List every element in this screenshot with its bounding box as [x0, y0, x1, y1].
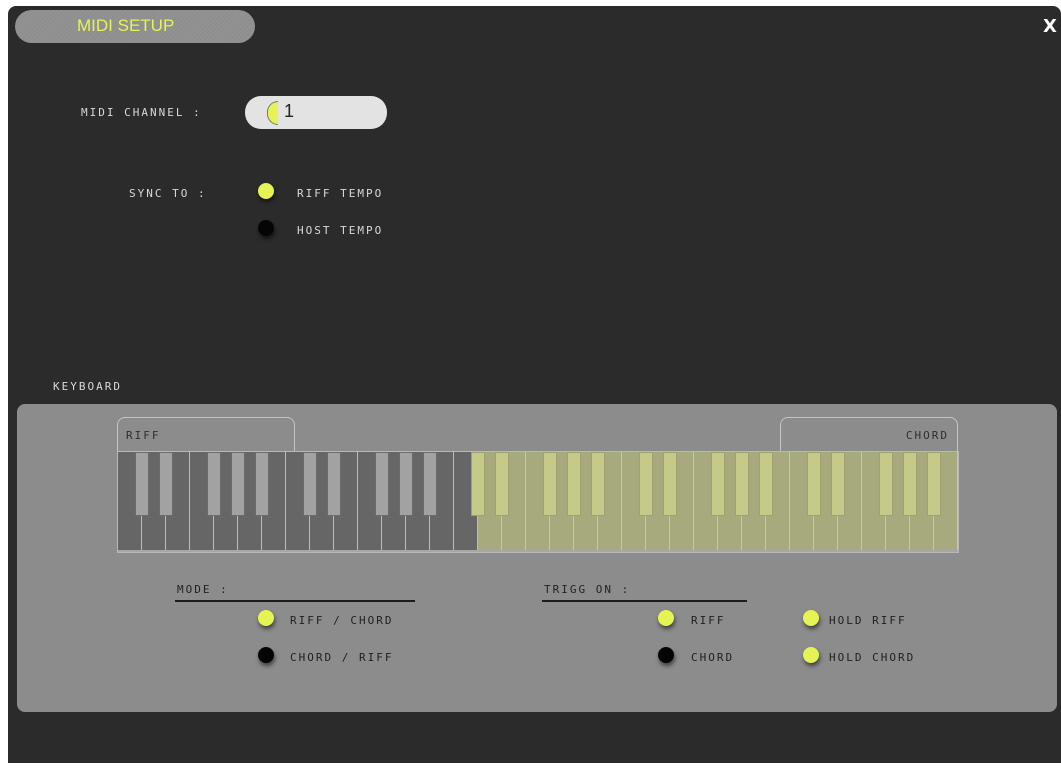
black-key[interactable] — [327, 452, 341, 516]
black-key[interactable] — [495, 452, 509, 516]
hold-riff-checkbox[interactable] — [803, 610, 819, 626]
mode-chord-riff-radio[interactable] — [258, 647, 274, 663]
mode-chord-riff-label: CHORD / RIFF — [290, 651, 394, 664]
mode-label: MODE : — [177, 583, 229, 596]
mode-riff-chord-label: RIFF / CHORD — [290, 614, 394, 627]
mode-riff-chord-radio[interactable] — [258, 610, 274, 626]
sync-to-label: SYNC TO : — [129, 187, 207, 200]
black-key[interactable] — [303, 452, 317, 516]
black-key[interactable] — [879, 452, 893, 516]
window-title: MIDI SETUP — [77, 16, 175, 35]
black-key[interactable] — [135, 452, 149, 516]
sync-host-tempo-radio[interactable] — [258, 220, 274, 236]
title-bar: MIDI SETUP — [15, 10, 255, 43]
chord-zone-tab: CHORD — [780, 417, 958, 452]
black-key[interactable] — [663, 452, 677, 516]
black-key[interactable] — [903, 452, 917, 516]
riff-zone-label: RIFF — [126, 429, 161, 442]
mode-underline — [175, 600, 415, 602]
black-key[interactable] — [711, 452, 725, 516]
black-key[interactable] — [807, 452, 821, 516]
midi-channel-label: MIDI CHANNEL : — [81, 106, 202, 119]
black-key[interactable] — [591, 452, 605, 516]
black-key[interactable] — [831, 452, 845, 516]
black-key[interactable] — [159, 452, 173, 516]
sync-riff-tempo-radio[interactable] — [258, 183, 274, 199]
black-key[interactable] — [207, 452, 221, 516]
black-key[interactable] — [231, 452, 245, 516]
keyboard-panel: RIFF CHORD MODE : RIFF / CHORD CHORD / R… — [17, 404, 1057, 712]
trigg-chord-label: CHORD — [691, 651, 735, 664]
black-key[interactable] — [375, 452, 389, 516]
hold-chord-label: HOLD CHORD — [829, 651, 916, 664]
black-key[interactable] — [759, 452, 773, 516]
riff-zone-tab: RIFF — [117, 417, 295, 452]
trigg-on-underline — [542, 600, 747, 602]
black-key[interactable] — [543, 452, 557, 516]
black-key[interactable] — [255, 452, 269, 516]
trigg-chord-radio[interactable] — [658, 647, 674, 663]
keyboard-section-label: KEYBOARD — [53, 380, 122, 393]
black-key[interactable] — [423, 452, 437, 516]
black-key[interactable] — [399, 452, 413, 516]
midi-channel-value: 1 — [284, 101, 295, 121]
midi-setup-window: MIDI SETUP X MIDI CHANNEL : 1 SYNC TO : … — [8, 6, 1061, 763]
channel-slider-knob[interactable] — [267, 101, 278, 125]
black-key[interactable] — [567, 452, 581, 516]
black-key[interactable] — [735, 452, 749, 516]
trigg-on-label: TRIGG ON : — [544, 583, 631, 596]
close-button[interactable]: X — [1039, 16, 1061, 38]
black-key[interactable] — [927, 452, 941, 516]
hold-chord-checkbox[interactable] — [803, 647, 819, 663]
sync-host-tempo-label: HOST TEMPO — [297, 224, 384, 237]
black-key[interactable] — [639, 452, 653, 516]
midi-channel-field[interactable]: 1 — [245, 96, 387, 129]
black-key[interactable] — [471, 452, 485, 516]
chord-zone-label: CHORD — [905, 429, 949, 442]
sync-riff-tempo-label: RIFF TEMPO — [297, 187, 384, 200]
hold-riff-label: HOLD RIFF — [829, 614, 907, 627]
piano-keyboard[interactable] — [117, 451, 959, 553]
trigg-riff-radio[interactable] — [658, 610, 674, 626]
trigg-riff-label: RIFF — [691, 614, 726, 627]
